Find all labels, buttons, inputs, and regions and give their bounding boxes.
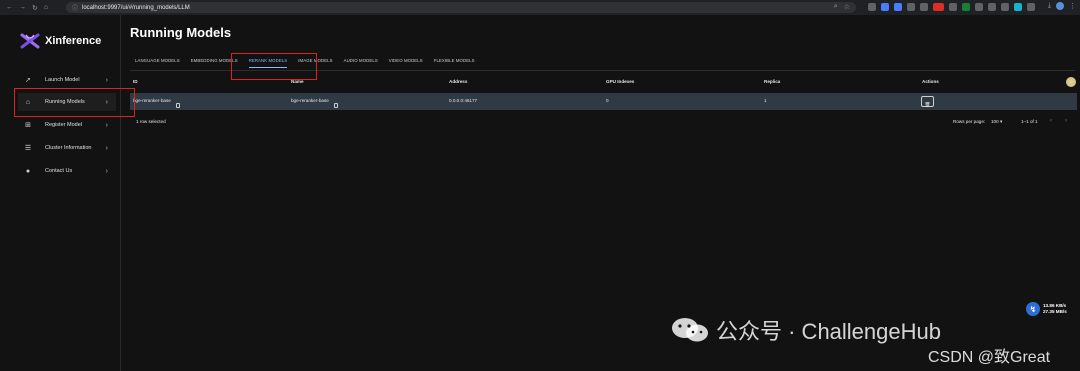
download-speed: 27.35 MB/s (1043, 309, 1067, 314)
download-icon[interactable]: ⤓ (1048, 2, 1051, 10)
sidebar-item-label: Cluster Information (45, 145, 92, 151)
profile-avatar[interactable] (1056, 2, 1064, 10)
extension-icon[interactable] (988, 3, 996, 11)
bookmark-star-icon[interactable]: ☆ (844, 3, 850, 11)
brand[interactable]: Xinference (20, 33, 101, 49)
network-speed-widget: ↯ 13.86 KB/s 27.35 MB/s (1026, 302, 1067, 316)
rows-per-page-select[interactable]: 100 ▾ (991, 119, 1002, 125)
copy-icon[interactable] (175, 103, 180, 108)
zoom-icon[interactable]: ⌕ (834, 3, 838, 11)
brand-name: Xinference (45, 35, 102, 47)
sidebar-item-label: Contact Us (45, 168, 73, 174)
extension-icon[interactable] (1027, 3, 1035, 11)
extension-icon[interactable] (868, 3, 876, 11)
column-header-name[interactable]: Name (291, 79, 304, 84)
extension-icon[interactable] (933, 3, 944, 11)
home-icon[interactable]: ⌂ (44, 4, 48, 12)
table-row[interactable]: bge-reranker-base bge-reranker-base 0.0.… (130, 93, 1077, 110)
sidebar: Xinference ➚ Launch Model › ⌂ Running Mo… (0, 15, 121, 371)
pagination-range: 1–1 of 1 (1021, 119, 1038, 124)
site-info-icon[interactable]: ⓘ (72, 3, 78, 12)
tab-language-models[interactable]: LANGUAGE MODELS (135, 58, 180, 68)
tab-audio-models[interactable]: AUDIO MODELS (344, 58, 378, 68)
register-icon: ⊞ (25, 122, 31, 129)
cluster-icon: ☰ (24, 145, 32, 152)
watermark-line1: 公众号 · ChallengeHub (716, 319, 941, 344)
trash-icon: 🗑 (924, 102, 931, 107)
address-bar[interactable]: ⓘ localhost:9997/ui/#/running_models/LLM… (66, 2, 856, 13)
tab-flexible-models[interactable]: FLEXIBLE MODELS (434, 58, 475, 68)
cell-name-text: bge-reranker-base (291, 98, 329, 103)
delete-model-button[interactable]: 🗑 (921, 96, 934, 107)
sidebar-item-launch-model[interactable]: ➚ Launch Model › (18, 71, 116, 89)
extension-icon[interactable] (949, 3, 957, 11)
extension-icon[interactable] (1001, 3, 1009, 11)
extension-icon[interactable] (962, 3, 970, 11)
browser-nav: ← → ↻ ⌂ (0, 4, 64, 12)
sidebar-item-label: Register Model (45, 122, 82, 128)
extension-icon[interactable] (894, 3, 902, 11)
chevron-right-icon: › (105, 98, 108, 106)
cell-name: bge-reranker-base (291, 98, 338, 108)
wechat-icon (672, 318, 708, 342)
sidebar-item-label: Launch Model (45, 77, 80, 83)
tabs-divider (130, 70, 1075, 71)
menu-icon[interactable]: ⋮ (1069, 2, 1076, 10)
chevron-right-icon: › (105, 144, 108, 152)
cell-address: 0.0.0.0:46177 (449, 98, 478, 103)
network-badge-icon: ↯ (1026, 302, 1040, 316)
address-url: localhost:9997/ui/#/running_models/LLM (82, 4, 190, 11)
reload-icon[interactable]: ↻ (32, 4, 38, 12)
column-header-actions[interactable]: Actions (922, 79, 939, 84)
sidebar-item-label: Running Models (45, 99, 85, 105)
extension-icon[interactable] (920, 3, 928, 11)
prev-page-icon[interactable]: ‹ (1050, 118, 1052, 124)
watermark-line2: CSDN @致Great (928, 349, 1051, 366)
tab-image-models[interactable]: IMAGE MODELS (298, 58, 332, 68)
extension-icon[interactable] (975, 3, 983, 11)
extension-icon[interactable] (1014, 3, 1022, 11)
rows-per-page-label: Rows per page: (953, 119, 986, 124)
table-header: ID Name Address GPU Indexes Replica Acti… (133, 79, 1077, 89)
tab-video-models[interactable]: VIDEO MODELS (389, 58, 423, 68)
rocket-icon: ➚ (25, 77, 31, 84)
forward-icon[interactable]: → (19, 4, 26, 12)
selected-count: 1 row selected (136, 119, 166, 124)
sidebar-item-running-models[interactable]: ⌂ Running Models › (18, 93, 116, 111)
watermark-wechat: 公众号 · ChallengeHub (670, 314, 941, 346)
next-page-icon[interactable]: › (1065, 118, 1067, 124)
column-header-replica[interactable]: Replica (764, 79, 780, 84)
copy-icon[interactable] (333, 103, 338, 108)
column-header-id[interactable]: ID (133, 79, 138, 84)
page-title: Running Models (130, 25, 232, 40)
extension-icon[interactable] (881, 3, 889, 11)
chevron-right-icon: › (105, 167, 108, 175)
sidebar-item-register-model[interactable]: ⊞ Register Model › (18, 116, 116, 134)
browser-toolbar: ← → ↻ ⌂ ⓘ localhost:9997/ui/#/running_mo… (0, 0, 1080, 15)
extension-icon[interactable] (907, 3, 915, 11)
tab-rerank-models[interactable]: RERANK MODELS (248, 58, 288, 68)
cell-replica: 1 (764, 98, 767, 103)
back-icon[interactable]: ← (6, 4, 13, 12)
github-icon: ● (25, 167, 31, 175)
chevron-right-icon: › (105, 121, 108, 129)
tab-embedding-models[interactable]: EMBEDDING MODELS (191, 58, 238, 68)
cell-gpu-indexes: 0 (606, 98, 609, 103)
column-header-gpu-indexes[interactable]: GPU Indexes (606, 79, 634, 84)
dropdown-arrow-icon: ▾ (999, 119, 1003, 124)
sidebar-item-cluster-information[interactable]: ☰ Cluster Information › (18, 139, 116, 157)
model-type-tabs: LANGUAGE MODELS EMBEDDING MODELS RERANK … (135, 58, 486, 68)
extensions-bar (868, 3, 1035, 11)
rows-per-page-value: 100 (991, 119, 999, 124)
cell-id: bge-reranker-base (133, 98, 180, 108)
sidebar-item-contact-us[interactable]: ● Contact Us › (18, 162, 116, 180)
running-models-icon: ⌂ (25, 98, 31, 106)
cell-id-text: bge-reranker-base (133, 98, 171, 103)
table-footer: 1 row selected Rows per page: 100 ▾ 1–1 … (130, 118, 1077, 129)
chevron-right-icon: › (105, 76, 108, 84)
column-header-address[interactable]: Address (449, 79, 467, 84)
xinference-logo-icon (20, 33, 40, 49)
